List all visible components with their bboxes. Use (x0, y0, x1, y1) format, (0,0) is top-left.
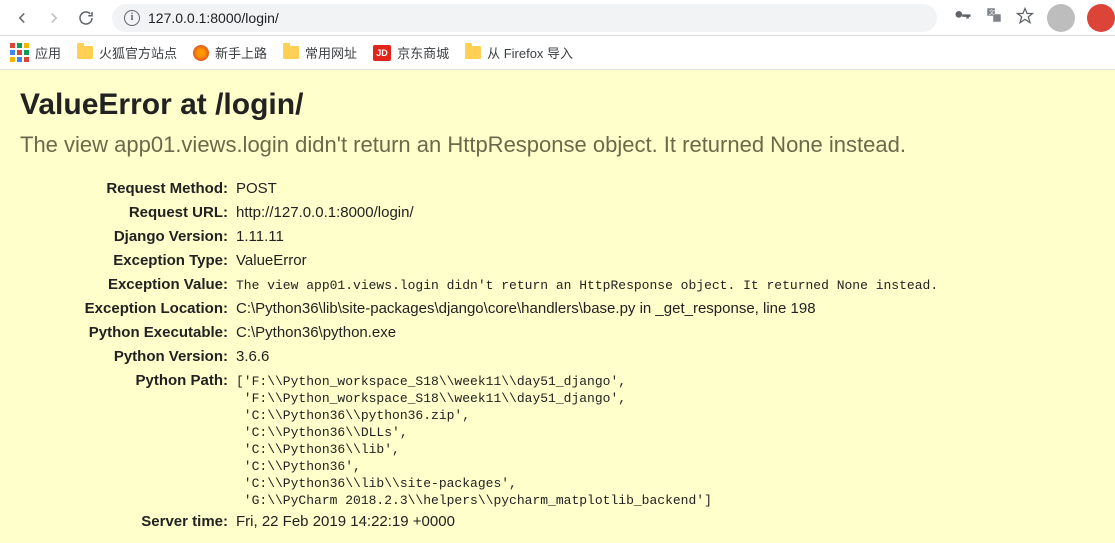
forward-button[interactable] (40, 4, 68, 32)
python-path-label: Python Path: (20, 370, 236, 509)
extension-icon[interactable] (1087, 4, 1115, 32)
arrow-left-icon (13, 9, 31, 27)
python-version-row: Python Version: 3.6.6 (20, 346, 938, 368)
arrow-right-icon (45, 9, 63, 27)
exception-location-value: C:\Python36\lib\site-packages\django\cor… (236, 298, 938, 320)
bookmark-label: 新手上路 (215, 43, 267, 62)
exception-value-row: Exception Value: The view app01.views.lo… (20, 274, 938, 296)
bookmark-common-urls[interactable]: 常用网址 (283, 43, 357, 62)
bookmark-firefox-official[interactable]: 火狐官方站点 (77, 43, 177, 62)
browser-toolbar: i 127.0.0.1:8000/login/ 文 (0, 0, 1115, 36)
translate-icon[interactable]: 文 (985, 6, 1003, 29)
request-method-row: Request Method: POST (20, 178, 938, 200)
folder-icon (77, 46, 93, 59)
bookmark-jd[interactable]: JD 京东商城 (373, 43, 449, 62)
django-version-value: 1.11.11 (236, 226, 938, 248)
jd-icon: JD (373, 45, 391, 61)
exception-type-label: Exception Type: (20, 250, 236, 272)
bookmark-getting-started[interactable]: 新手上路 (193, 43, 267, 62)
folder-icon (283, 46, 299, 59)
python-executable-row: Python Executable: C:\Python36\python.ex… (20, 322, 938, 344)
bookmark-label: 常用网址 (305, 43, 357, 62)
request-url-row: Request URL: http://127.0.0.1:8000/login… (20, 202, 938, 224)
error-subtitle: The view app01.views.login didn't return… (20, 132, 1095, 158)
address-bar[interactable]: i 127.0.0.1:8000/login/ (112, 4, 937, 32)
server-time-label: Server time: (20, 511, 236, 533)
python-executable-value: C:\Python36\python.exe (236, 322, 938, 344)
apps-grid-icon (10, 43, 29, 62)
apps-button[interactable]: 应用 (10, 43, 61, 62)
toolbar-right: 文 (949, 4, 1107, 32)
bookmark-label: 京东商城 (397, 43, 449, 62)
request-url-value: http://127.0.0.1:8000/login/ (236, 202, 938, 224)
python-path-value: ['F:\\Python_workspace_S18\\week11\\day5… (236, 370, 938, 509)
server-time-value: Fri, 22 Feb 2019 14:22:19 +0000 (236, 511, 938, 533)
bookmark-label: 火狐官方站点 (99, 43, 177, 62)
python-version-label: Python Version: (20, 346, 236, 368)
bookmark-firefox-import[interactable]: 从 Firefox 导入 (465, 43, 573, 62)
info-icon: i (124, 10, 140, 26)
django-version-label: Django Version: (20, 226, 236, 248)
folder-icon (465, 46, 481, 59)
bookmarks-bar: 应用 火狐官方站点 新手上路 常用网址 JD 京东商城 从 Firefox 导入 (0, 36, 1115, 70)
server-time-row: Server time: Fri, 22 Feb 2019 14:22:19 +… (20, 511, 938, 533)
request-method-label: Request Method: (20, 178, 236, 200)
bookmark-label: 从 Firefox 导入 (487, 43, 573, 62)
python-executable-label: Python Executable: (20, 322, 236, 344)
exception-value-value: The view app01.views.login didn't return… (236, 274, 938, 296)
python-version-value: 3.6.6 (236, 346, 938, 368)
back-button[interactable] (8, 4, 36, 32)
exception-type-row: Exception Type: ValueError (20, 250, 938, 272)
reload-icon (77, 9, 95, 27)
reload-button[interactable] (72, 4, 100, 32)
error-title: ValueError at /login/ (20, 88, 1095, 122)
django-version-row: Django Version: 1.11.11 (20, 226, 938, 248)
password-key-icon[interactable] (953, 6, 973, 29)
url-text: 127.0.0.1:8000/login/ (148, 10, 279, 26)
bookmark-star-icon[interactable] (1015, 6, 1035, 29)
firefox-icon (193, 45, 209, 61)
apps-label: 应用 (35, 43, 61, 62)
exception-type-value: ValueError (236, 250, 938, 272)
exception-location-label: Exception Location: (20, 298, 236, 320)
django-error-page: ValueError at /login/ The view app01.vie… (0, 70, 1115, 543)
request-url-label: Request URL: (20, 202, 236, 224)
python-path-row: Python Path: ['F:\\Python_workspace_S18\… (20, 370, 938, 509)
request-method-value: POST (236, 178, 938, 200)
exception-location-row: Exception Location: C:\Python36\lib\site… (20, 298, 938, 320)
exception-value-label: Exception Value: (20, 274, 236, 296)
profile-avatar-icon[interactable] (1047, 4, 1075, 32)
error-info-table: Request Method: POST Request URL: http:/… (20, 176, 938, 535)
